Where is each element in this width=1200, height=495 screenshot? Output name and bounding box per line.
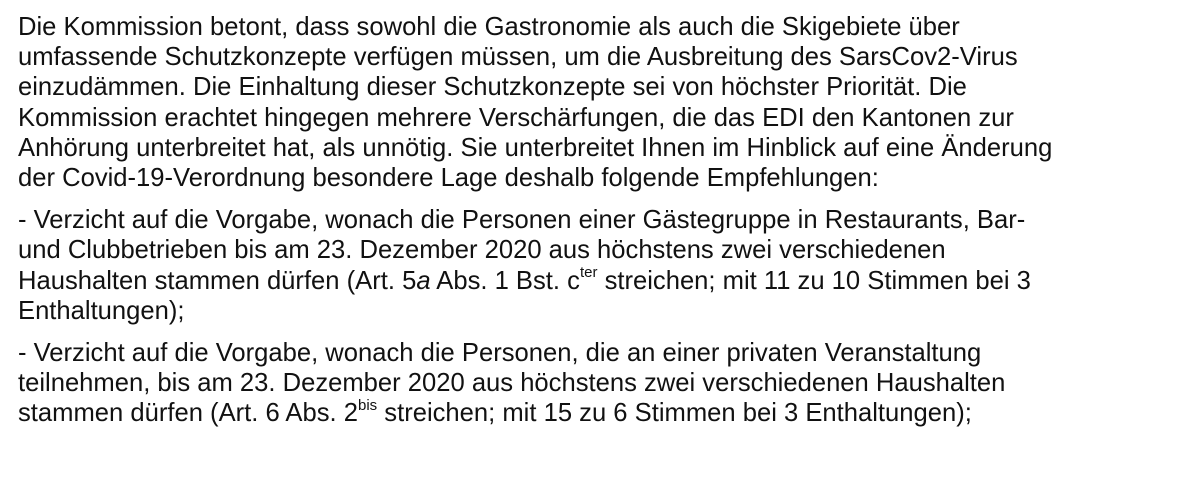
text-line: Enthaltungen); <box>18 296 185 325</box>
text-segment: streichen; mit 11 zu 10 Stimmen bei 3 <box>597 266 1031 295</box>
text-line: stammen dürfen (Art. 6 Abs. 2bis streich… <box>18 398 1188 428</box>
intro-paragraph: Die Kommission betont, dass sowohl die G… <box>18 12 1188 193</box>
superscript: ter <box>579 264 598 282</box>
text-line: - Verzicht auf die Vorgabe, wonach die P… <box>18 339 982 368</box>
text-line: Anhörung unterbreitet hat, als unnötig. … <box>18 133 1053 162</box>
text-line: und Clubbetrieben bis am 23. Dezember 20… <box>18 236 946 265</box>
article-letter: a <box>416 266 431 295</box>
recommendation-1: - Verzicht auf die Vorgabe, wonach die P… <box>18 205 1188 326</box>
superscript: bis <box>357 396 378 414</box>
text-line: der Covid-19-Verordnung besondere Lage d… <box>18 164 879 193</box>
text-line: einzudämmen. Die Einhaltung dieser Schut… <box>18 73 967 102</box>
text-segment: stammen dürfen (Art. 6 Abs. 2 <box>18 399 358 428</box>
text-line: - Verzicht auf die Vorgabe, wonach die P… <box>18 206 1026 235</box>
recommendation-2: - Verzicht auf die Vorgabe, wonach die P… <box>18 338 1188 429</box>
document-body: Die Kommission betont, dass sowohl die G… <box>18 12 1188 429</box>
text-segment: Abs. 1 Bst. c <box>430 266 580 295</box>
text-segment: Haushalten stammen dürfen (Art. 5 <box>18 266 417 295</box>
text-line: Die Kommission betont, dass sowohl die G… <box>18 13 960 41</box>
text-segment: streichen; mit 15 zu 6 Stimmen bei 3 Ent… <box>377 399 972 428</box>
text-line: teilnehmen, bis am 23. Dezember 2020 aus… <box>18 369 1006 398</box>
text-line: Kommission erachtet hingegen mehrere Ver… <box>18 103 1014 132</box>
text-line: Haushalten stammen dürfen (Art. 5a Abs. … <box>18 264 1188 296</box>
text-line: umfassende Schutzkonzepte verfügen müsse… <box>18 43 1018 72</box>
